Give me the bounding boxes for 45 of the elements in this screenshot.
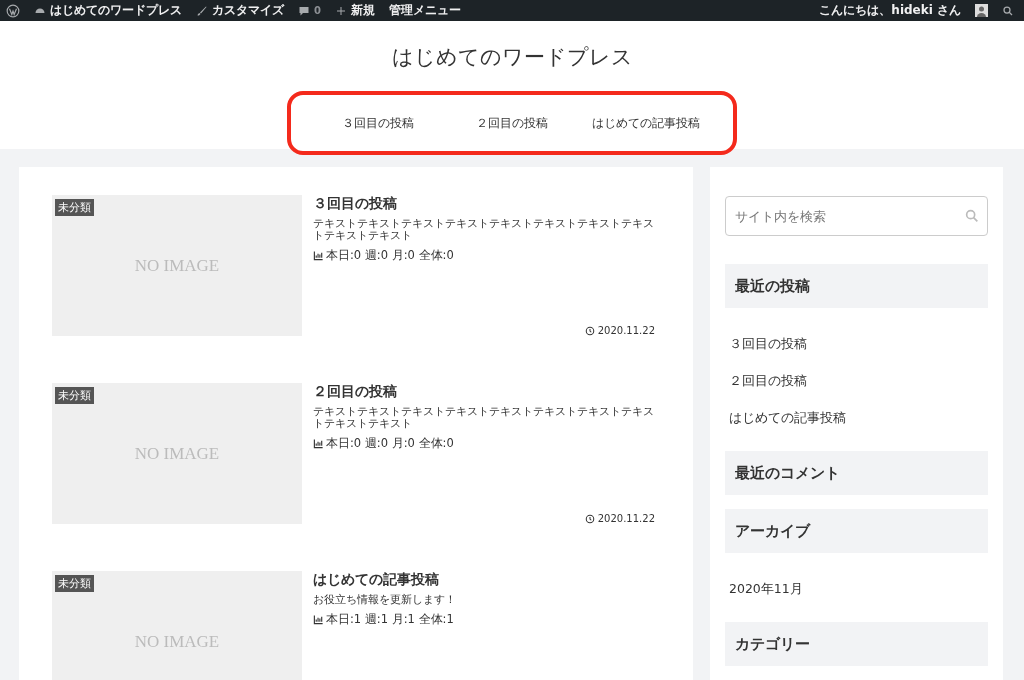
widget-link[interactable]: 2020年11月 bbox=[725, 571, 988, 608]
wordpress-logo-icon bbox=[6, 3, 20, 18]
new-link[interactable]: 新規 bbox=[334, 2, 375, 19]
search-field[interactable]: サイト内を検索 bbox=[725, 196, 988, 236]
widget-title: カテゴリー bbox=[725, 622, 988, 666]
comment-icon bbox=[298, 4, 310, 17]
post-excerpt: テキストテキストテキストテキストテキストテキストテキストテキストテキストテキスト bbox=[313, 405, 655, 429]
customize-link[interactable]: カスタマイズ bbox=[196, 2, 284, 19]
plus-icon bbox=[334, 4, 347, 17]
nav-link[interactable]: ２回目の投稿 bbox=[445, 114, 579, 132]
post-title[interactable]: ３回目の投稿 bbox=[313, 195, 655, 213]
nav-link[interactable]: ３回目の投稿 bbox=[311, 114, 445, 132]
clock-icon bbox=[584, 513, 595, 524]
site-title[interactable]: はじめてのワードプレス bbox=[391, 43, 633, 71]
avatar-icon[interactable] bbox=[975, 4, 988, 17]
view-count-text: 本日:0 週:0 月:0 全体:0 bbox=[326, 248, 454, 263]
search-icon bbox=[964, 208, 980, 224]
post-excerpt: お役立ち情報を更新します！ bbox=[313, 593, 457, 605]
post-excerpt: テキストテキストテキストテキストテキストテキストテキストテキストテキストテキスト bbox=[313, 217, 655, 241]
greeting-link[interactable]: こんにちは、hideki さん bbox=[819, 2, 961, 19]
widget-title: アーカイブ bbox=[725, 509, 988, 553]
admin-menu-link[interactable]: 管理メニュー bbox=[388, 2, 461, 19]
comments-link[interactable]: 0 bbox=[298, 4, 321, 17]
widget-title: 最近のコメント bbox=[725, 451, 988, 495]
search-icon bbox=[1002, 4, 1014, 17]
widget-link[interactable]: ３回目の投稿 bbox=[725, 326, 988, 363]
brush-icon bbox=[196, 4, 208, 17]
post-date: 2020.11.22 bbox=[597, 325, 655, 336]
bar-chart-icon bbox=[313, 438, 324, 449]
clock-icon bbox=[584, 325, 595, 336]
widget-title: 最近の投稿 bbox=[725, 264, 988, 308]
post-title[interactable]: ２回目の投稿 bbox=[313, 383, 655, 401]
nav-link[interactable]: はじめての記事投稿 bbox=[579, 114, 713, 132]
view-count-text: 本日:1 週:1 月:1 全体:1 bbox=[326, 612, 454, 627]
bar-chart-icon bbox=[313, 614, 324, 625]
widget-link[interactable]: ２回目の投稿 bbox=[725, 363, 988, 400]
post-date: 2020.11.22 bbox=[597, 513, 655, 524]
category-label: 未分類 bbox=[55, 199, 94, 216]
view-count-text: 本日:0 週:0 月:0 全体:0 bbox=[326, 436, 454, 451]
site-name-link[interactable]: はじめてのワードプレス bbox=[34, 2, 182, 19]
bar-chart-icon bbox=[313, 250, 324, 261]
widget-link[interactable]: はじめての記事投稿 bbox=[725, 400, 988, 437]
category-label: 未分類 bbox=[55, 575, 94, 592]
category-label: 未分類 bbox=[55, 387, 94, 404]
post-title[interactable]: はじめての記事投稿 bbox=[313, 571, 655, 589]
